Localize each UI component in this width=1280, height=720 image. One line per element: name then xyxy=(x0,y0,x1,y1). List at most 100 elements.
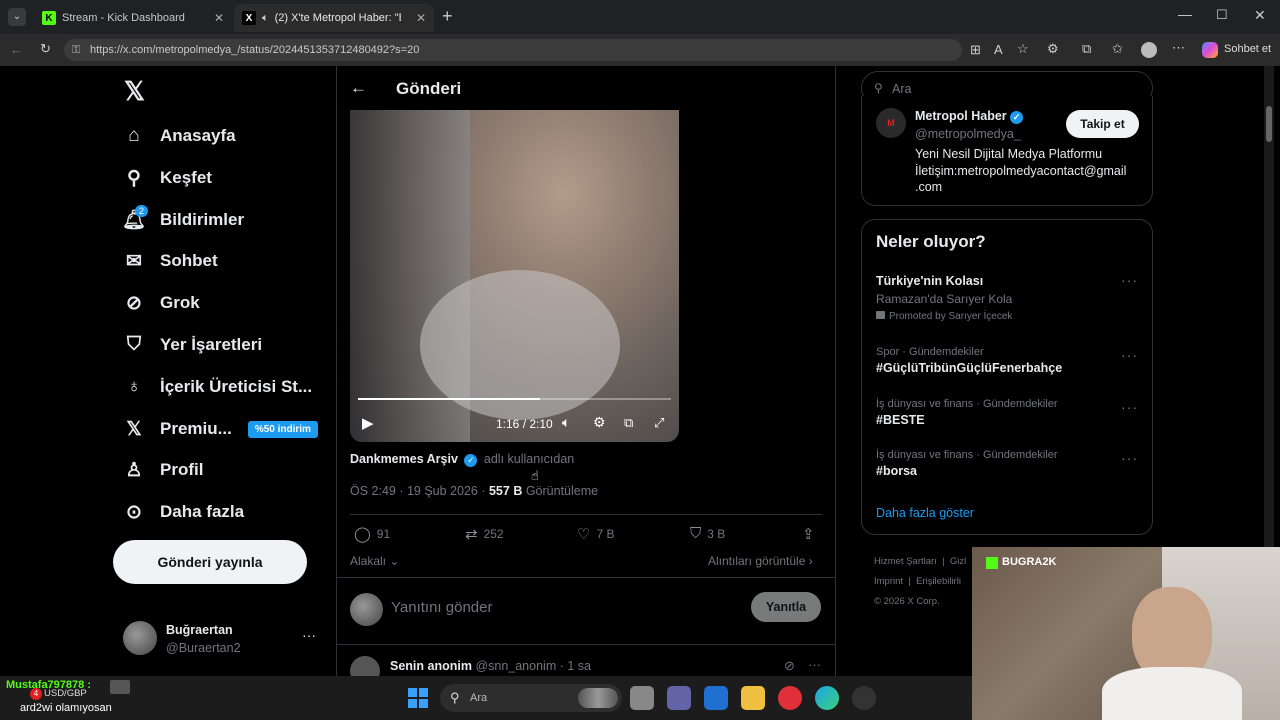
split-screen-icon[interactable]: ⧉ xyxy=(1082,41,1091,57)
share-action[interactable]: ⇪ xyxy=(802,525,821,543)
account-switcher[interactable]: Buğraertan @Buraertan2 ··· xyxy=(118,618,324,660)
obs-icon[interactable] xyxy=(852,686,876,710)
sidebar-item-label: Grok xyxy=(160,293,200,312)
speaker-icon[interactable]: 🔈︎ xyxy=(262,12,269,25)
avatar xyxy=(350,656,380,676)
reply-button[interactable]: Yanıtla xyxy=(751,592,821,622)
minimize-icon[interactable]: — xyxy=(1178,6,1192,22)
store-icon[interactable] xyxy=(704,686,728,710)
tab-x-post[interactable]: X 🔈︎ (2) X'te Metropol Haber: "Bir... ✕ xyxy=(234,4,434,32)
close-icon[interactable]: ✕ xyxy=(416,11,426,25)
trend-item[interactable]: Spor · Gündemdekiler #GüçlüTribünGüçlüFe… xyxy=(876,346,1136,375)
address-bar-row: ← ↻ ⚿ https://x.com/metropolmedya_/statu… xyxy=(0,34,1280,66)
sidebar-item-home[interactable]: ⌂ Anasayfa xyxy=(122,119,235,153)
view-label: Görüntüleme xyxy=(525,484,599,498)
tab-kick-dashboard[interactable]: K Stream - Kick Dashboard ✕ xyxy=(34,4,232,32)
back-icon[interactable]: ← xyxy=(10,42,23,57)
start-icon[interactable] xyxy=(408,688,428,708)
sidebar-item-grok[interactable]: ⊘ Grok xyxy=(122,286,200,320)
trend-name: #BESTE xyxy=(876,413,925,427)
teams-icon[interactable] xyxy=(667,686,691,710)
more-icon[interactable]: ··· xyxy=(1121,272,1138,288)
file-explorer-icon[interactable] xyxy=(741,686,765,710)
sidebar-item-profile[interactable]: ♙ Profil xyxy=(122,453,203,487)
sidebar-item-explore[interactable]: ⚲ Keşfet xyxy=(122,161,212,195)
reply-action[interactable]: ◯ 91 xyxy=(354,525,390,543)
copilot-label[interactable]: Sohbet et xyxy=(1224,43,1271,55)
reply-input[interactable]: Yanıtını gönder xyxy=(391,599,492,616)
fullscreen-icon[interactable]: ⤢ xyxy=(654,415,664,431)
settings-icon[interactable]: ⚙ xyxy=(593,414,606,431)
new-tab-icon[interactable]: + xyxy=(442,6,453,27)
extensions-icon[interactable]: ⚙ xyxy=(1047,41,1059,57)
more-icon[interactable]: ··· xyxy=(302,627,316,643)
tab-title: Stream - Kick Dashboard xyxy=(62,12,185,24)
x-logo-icon[interactable]: 𝕏 xyxy=(124,76,145,107)
site-info-icon[interactable]: ⚿ xyxy=(72,39,80,61)
sidebar-item-bookmarks[interactable]: ⛉ Yer İşaretleri xyxy=(122,328,262,362)
read-aloud-icon[interactable]: A xyxy=(994,42,1003,57)
copilot-icon[interactable] xyxy=(1202,42,1218,58)
post-timestamp[interactable]: ÖS 2:49 · 19 Şub 2026 · xyxy=(350,484,489,498)
edge-icon[interactable] xyxy=(815,686,839,710)
footer-link[interactable]: Gizl xyxy=(950,556,966,567)
sidebar-item-label: Yer İşaretleri xyxy=(160,335,263,354)
divider xyxy=(350,514,822,515)
column-divider-left xyxy=(336,66,337,676)
close-window-icon[interactable]: ✕ xyxy=(1254,7,1266,24)
profile-avatar-icon[interactable] xyxy=(1141,42,1157,58)
taskbar-search[interactable]: ⚲ Ara xyxy=(440,684,622,712)
close-icon[interactable]: ✕ xyxy=(214,11,224,25)
footer-link[interactable]: Erişilebilirli xyxy=(916,576,961,587)
footer-link[interactable]: Hizmet Şartları xyxy=(874,556,937,567)
grok-icon[interactable]: ⊘ xyxy=(784,658,795,674)
profile-name[interactable]: Metropol Haber ✓ xyxy=(915,109,1024,124)
favorite-star-icon[interactable]: ☆ xyxy=(1017,41,1029,57)
sidebar-item-creator-studio[interactable]: ♁ İçerik Üreticisi St... xyxy=(122,370,312,404)
play-icon[interactable]: ▶ xyxy=(362,414,374,432)
video-progress-track[interactable] xyxy=(358,398,671,400)
more-icon[interactable]: ··· xyxy=(1121,450,1138,466)
trend-item[interactable]: Türkiye'nin Kolası Ramazan'da Sarıyer Ko… xyxy=(876,274,1136,322)
sidebar-item-messages[interactable]: ✉ Sohbet xyxy=(122,244,218,278)
related-dropdown[interactable]: Alakalı ⌄ xyxy=(350,554,399,568)
like-action[interactable]: ♡ 7 B xyxy=(577,525,614,543)
trend-meta: Spor · Gündemdekiler xyxy=(876,346,984,358)
view-quotes-link[interactable]: Alıntıları görüntüle › xyxy=(708,554,813,568)
volume-icon[interactable]: 🔈︎ xyxy=(562,414,570,431)
apps-icon[interactable]: ⊞ xyxy=(970,42,981,58)
task-view-icon[interactable] xyxy=(110,680,130,694)
opera-icon[interactable] xyxy=(778,686,802,710)
page-title: Gönderi xyxy=(396,79,462,98)
pip-icon[interactable]: ⧉ xyxy=(624,415,633,431)
maximize-icon[interactable]: ☐ xyxy=(1216,7,1228,23)
more-icon[interactable]: ⋯ xyxy=(1172,40,1185,56)
verified-icon: ✓ xyxy=(464,454,478,467)
show-more-link[interactable]: Daha fazla göster xyxy=(876,506,974,520)
more-icon[interactable]: ··· xyxy=(1121,347,1138,363)
sidebar-item-premium[interactable]: 𝕏 Premiu... %50 indirim xyxy=(122,412,318,446)
tab-actions-icon[interactable]: ⌄ xyxy=(8,8,26,26)
follow-button[interactable]: Takip et xyxy=(1066,110,1139,138)
repost-action[interactable]: ⇄ 252 xyxy=(465,525,504,543)
refresh-icon[interactable]: ↻ xyxy=(40,41,51,57)
video-player[interactable]: ▶ 1:16 / 2:10 🔈︎ ⚙ ⧉ ⤢ xyxy=(350,110,679,442)
scrollbar-thumb[interactable] xyxy=(1266,106,1272,142)
favorites-icon[interactable]: ✩ xyxy=(1112,41,1123,57)
more-icon[interactable]: ··· xyxy=(1121,399,1138,415)
trend-meta: İş dünyası ve finans · Gündemdekiler xyxy=(876,398,1058,410)
trend-item[interactable]: İş dünyası ve finans · Gündemdekiler #BE… xyxy=(876,398,1136,427)
notification-badge: 2 xyxy=(135,205,149,217)
back-arrow-icon[interactable]: ← xyxy=(350,78,367,98)
url-field[interactable]: ⚿ https://x.com/metropolmedya_/status/20… xyxy=(64,39,962,61)
footer-link[interactable]: Imprint xyxy=(874,576,903,587)
reply-author-name[interactable]: Senin anonim xyxy=(390,659,472,673)
post-button[interactable]: Gönderi yayınla xyxy=(113,540,307,584)
task-view-icon[interactable] xyxy=(630,686,654,710)
sidebar-item-more[interactable]: ⊙ Daha fazla xyxy=(122,495,244,529)
bookmark-action[interactable]: ⛉ 3 B xyxy=(690,525,725,542)
more-icon[interactable]: ··· xyxy=(808,657,821,672)
attribution-name[interactable]: Dankmemes Arşiv xyxy=(350,452,458,466)
trend-item[interactable]: İş dünyası ve finans · Gündemdekiler #bo… xyxy=(876,449,1136,478)
chevron-down-icon: ⌄ xyxy=(386,554,400,568)
